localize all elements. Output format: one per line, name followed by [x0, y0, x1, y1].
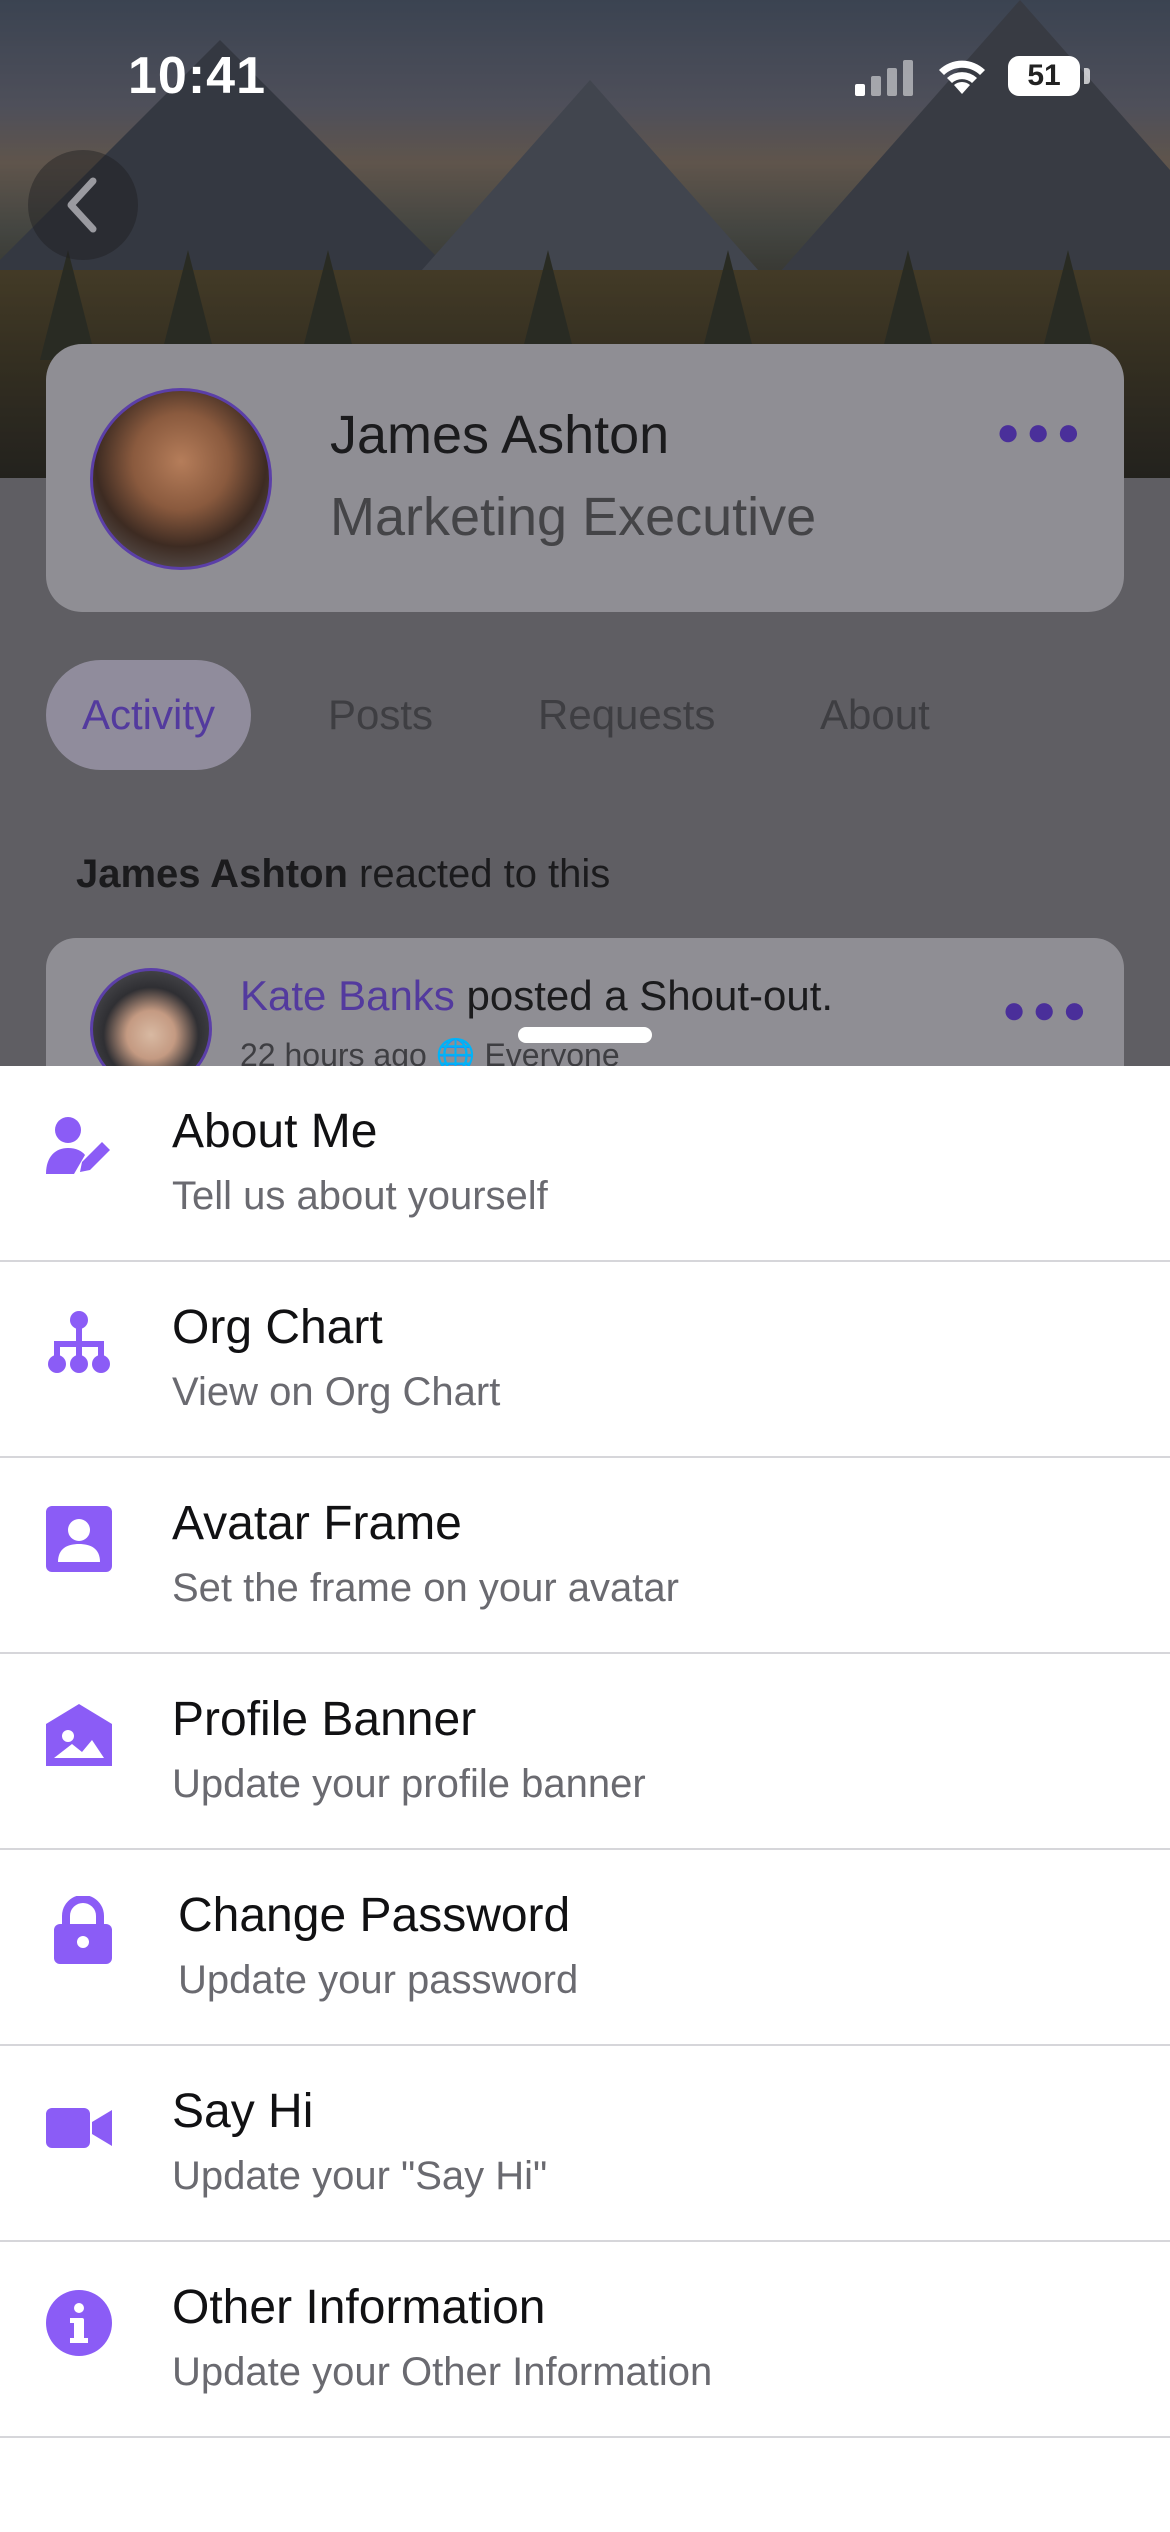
feed-activity-header: James Ashton reacted to this — [76, 852, 610, 897]
status-time: 10:41 — [128, 47, 266, 105]
post-more-options-icon[interactable]: ●●● — [1002, 988, 1092, 1033]
menu-title: Say Hi — [172, 2085, 314, 2138]
info-icon — [44, 2288, 114, 2358]
menu-subtitle: Update your Other Information — [172, 2350, 713, 2394]
back-button[interactable] — [28, 150, 138, 260]
post-author-link[interactable]: Kate Banks — [240, 972, 455, 1019]
menu-title: Other Information — [172, 2281, 546, 2334]
lock-icon — [48, 1896, 118, 1966]
menu-title: Avatar Frame — [172, 1497, 462, 1550]
menu-subtitle: Update your password — [178, 1958, 579, 2002]
profile-card: James Ashton Marketing Executive ●●● — [46, 344, 1124, 612]
menu-subtitle: Tell us about yourself — [172, 1174, 548, 1218]
menu-title: Profile Banner — [172, 1693, 477, 1746]
menu-item-change-password[interactable]: Change Password Update your password — [0, 1850, 1170, 2046]
menu-item-about-me[interactable]: About Me Tell us about yourself — [0, 1066, 1170, 1262]
profile-role: Marketing Executive — [330, 487, 817, 547]
menu-title: Org Chart — [172, 1301, 383, 1354]
org-chart-icon — [44, 1308, 114, 1378]
avatar[interactable] — [90, 388, 272, 570]
menu-subtitle: Update your profile banner — [172, 1762, 646, 1806]
menu-item-org-chart[interactable]: Org Chart View on Org Chart — [0, 1262, 1170, 1458]
more-options-icon[interactable]: ●●● — [996, 410, 1086, 455]
profile-name: James Ashton — [330, 405, 670, 465]
sheet-grab-handle[interactable] — [518, 1027, 652, 1043]
tab-posts[interactable]: Posts — [328, 660, 433, 770]
menu-item-say-hi[interactable]: Say Hi Update your "Say Hi" — [0, 2046, 1170, 2242]
video-camera-icon — [44, 2092, 114, 2162]
menu-item-other-information[interactable]: Other Information Update your Other Info… — [0, 2242, 1170, 2438]
feed-header-suffix: reacted to this — [347, 852, 611, 896]
menu-item-profile-banner[interactable]: Profile Banner Update your profile banne… — [0, 1654, 1170, 1850]
feed-header-name: James Ashton — [76, 852, 348, 896]
avatar-frame-icon — [44, 1504, 114, 1574]
post-action-text: posted a Shout-out. — [454, 972, 834, 1019]
menu-title: About Me — [172, 1105, 378, 1158]
menu-subtitle: Update your "Say Hi" — [172, 2154, 548, 2198]
battery-indicator: 51 — [1008, 56, 1080, 96]
user-edit-icon — [44, 1112, 114, 1182]
banner-image-icon — [44, 1700, 114, 1770]
menu-item-avatar-frame[interactable]: Avatar Frame Set the frame on your avata… — [0, 1458, 1170, 1654]
wifi-icon — [935, 56, 989, 101]
cellular-signal-icon — [855, 58, 915, 96]
chevron-left-icon — [67, 177, 97, 233]
menu-subtitle: View on Org Chart — [172, 1370, 501, 1414]
tab-about[interactable]: About — [820, 660, 930, 770]
post-summary: Kate Banks posted a Shout-out. — [240, 972, 833, 1020]
menu-title: Change Password — [178, 1889, 571, 1942]
status-bar: 10:41 51 — [0, 0, 1170, 150]
menu-subtitle: Set the frame on your avatar — [172, 1566, 679, 1610]
profile-options-sheet: About Me Tell us about yourself Org Char… — [0, 1066, 1170, 2532]
tab-requests[interactable]: Requests — [538, 660, 715, 770]
battery-tip — [1084, 68, 1090, 84]
tab-activity[interactable]: Activity — [46, 660, 252, 770]
